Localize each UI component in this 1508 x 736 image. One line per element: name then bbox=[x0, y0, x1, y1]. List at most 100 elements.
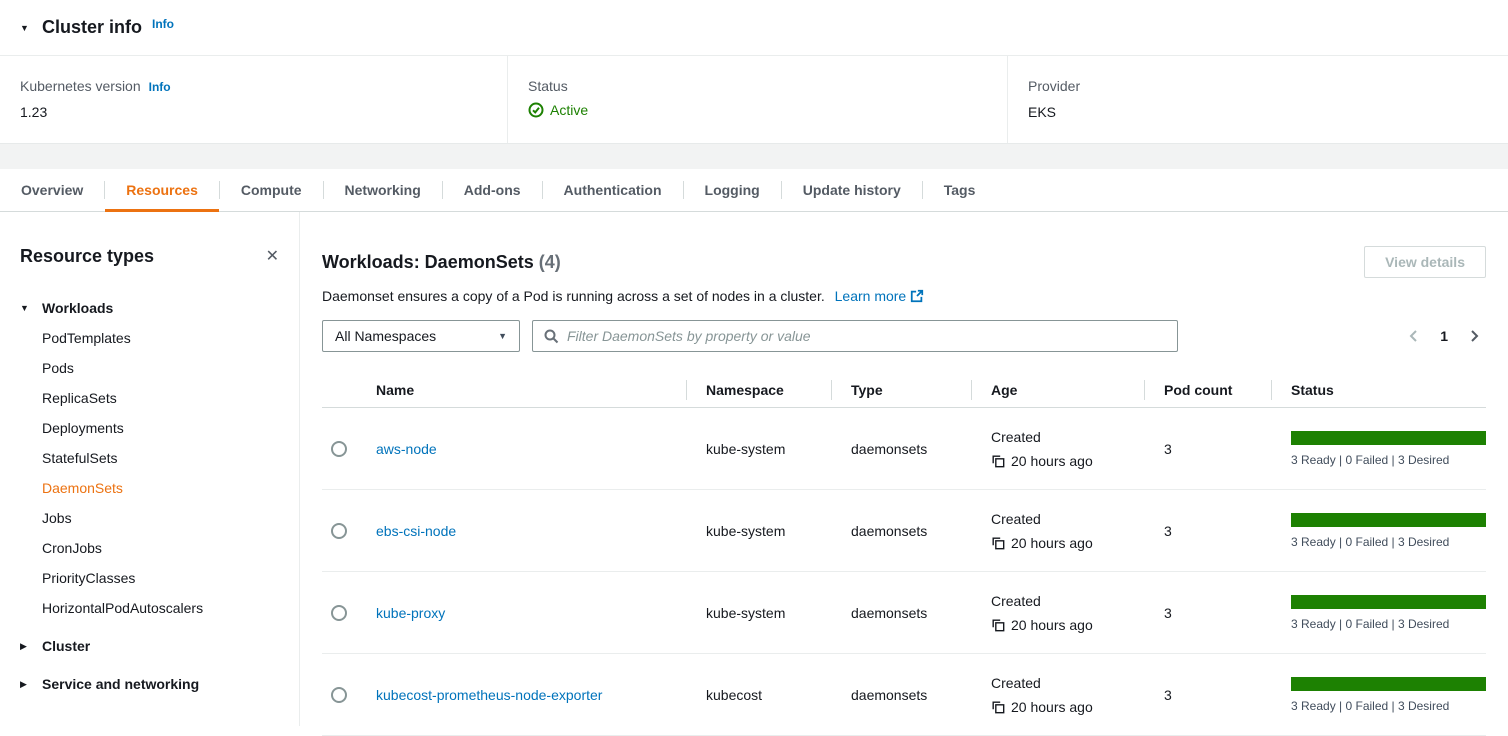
search-icon bbox=[543, 328, 559, 344]
age-label: Created bbox=[991, 511, 1144, 527]
status-active-icon bbox=[528, 102, 544, 118]
pod-count-cell: 3 bbox=[1144, 441, 1271, 457]
sidebar-group-label: Cluster bbox=[42, 638, 90, 654]
table-row[interactable]: kubecost-prometheus-node-exporter kubeco… bbox=[322, 654, 1486, 736]
tab-networking[interactable]: Networking bbox=[324, 169, 442, 211]
age-value: 20 hours ago bbox=[1011, 535, 1093, 551]
copy-icon[interactable] bbox=[991, 700, 1005, 714]
status-summary: 3 Ready | 0 Failed | 3 Desired bbox=[1291, 699, 1486, 713]
panel-title-text: Workloads: DaemonSets bbox=[322, 252, 534, 272]
age-label: Created bbox=[991, 675, 1144, 691]
namespace-select[interactable]: All Namespaces ▼ bbox=[322, 320, 520, 352]
learn-more-label: Learn more bbox=[835, 288, 907, 304]
age-cell: Created 20 hours ago bbox=[971, 511, 1144, 551]
type-cell: daemonsets bbox=[831, 605, 971, 621]
tab-authentication[interactable]: Authentication bbox=[543, 169, 683, 211]
age-cell: Created 20 hours ago bbox=[971, 429, 1144, 469]
provider-field: Provider EKS bbox=[1007, 56, 1508, 143]
pagination: 1 bbox=[1406, 328, 1486, 344]
tab-overview[interactable]: Overview bbox=[0, 169, 104, 211]
row-radio-button[interactable] bbox=[331, 687, 347, 703]
age-value: 20 hours ago bbox=[1011, 699, 1093, 715]
sidebar-item-priorityclasses[interactable]: PriorityClasses bbox=[20, 563, 279, 593]
sidebar-group-label: Workloads bbox=[42, 300, 113, 316]
eks-cluster-page: ▼ Cluster info Info Kubernetes version I… bbox=[0, 0, 1508, 726]
tab-add-ons[interactable]: Add-ons bbox=[443, 169, 542, 211]
daemonset-name-link[interactable]: kube-proxy bbox=[376, 605, 445, 621]
column-header-status: Status bbox=[1271, 382, 1486, 398]
sidebar-item-pods[interactable]: Pods bbox=[20, 353, 279, 383]
sidebar-item-cronjobs[interactable]: CronJobs bbox=[20, 533, 279, 563]
external-link-icon bbox=[910, 289, 924, 303]
tab-logging[interactable]: Logging bbox=[684, 169, 781, 211]
status-summary: 3 Ready | 0 Failed | 3 Desired bbox=[1291, 535, 1486, 549]
tab-compute[interactable]: Compute bbox=[220, 169, 323, 211]
panel-description-row: Daemonset ensures a copy of a Pod is run… bbox=[322, 288, 1486, 304]
search-box[interactable] bbox=[532, 320, 1178, 352]
kubernetes-version-field: Kubernetes version Info 1.23 bbox=[0, 56, 507, 143]
view-details-button[interactable]: View details bbox=[1364, 246, 1486, 278]
collapse-caret-down-icon[interactable]: ▼ bbox=[20, 23, 32, 33]
row-radio-button[interactable] bbox=[331, 441, 347, 457]
next-page-button[interactable] bbox=[1466, 328, 1482, 344]
namespace-cell: kube-system bbox=[686, 523, 831, 539]
daemonset-name-link[interactable]: ebs-csi-node bbox=[376, 523, 456, 539]
age-label: Created bbox=[991, 429, 1144, 445]
kubernetes-version-value: 1.23 bbox=[20, 104, 487, 120]
learn-more-link[interactable]: Learn more bbox=[835, 288, 925, 304]
kubernetes-version-info-link[interactable]: Info bbox=[149, 80, 171, 94]
pod-count-cell: 3 bbox=[1144, 523, 1271, 539]
column-header-age: Age bbox=[971, 382, 1144, 398]
row-radio-button[interactable] bbox=[331, 523, 347, 539]
sidebar-title: Resource types bbox=[20, 246, 154, 267]
status-cell: 3 Ready | 0 Failed | 3 Desired bbox=[1271, 431, 1486, 467]
age-value: 20 hours ago bbox=[1011, 617, 1093, 633]
tab-update-history[interactable]: Update history bbox=[782, 169, 922, 211]
workloads-items: PodTemplates Pods ReplicaSets Deployment… bbox=[20, 323, 279, 623]
sidebar-group-service-and-networking[interactable]: ▶ Service and networking bbox=[20, 669, 279, 699]
namespace-cell: kube-system bbox=[686, 605, 831, 621]
daemonset-name-link[interactable]: kubecost-prometheus-node-exporter bbox=[376, 687, 602, 703]
daemonsets-panel: Workloads: DaemonSets (4) View details D… bbox=[300, 212, 1508, 726]
sidebar-item-podtemplates[interactable]: PodTemplates bbox=[20, 323, 279, 353]
sidebar-item-deployments[interactable]: Deployments bbox=[20, 413, 279, 443]
daemonset-name-link[interactable]: aws-node bbox=[376, 441, 437, 457]
sidebar-item-daemonsets[interactable]: DaemonSets bbox=[20, 473, 279, 503]
cluster-info-info-link[interactable]: Info bbox=[152, 17, 174, 31]
status-value: Active bbox=[528, 102, 987, 118]
provider-value: EKS bbox=[1028, 104, 1488, 120]
copy-icon[interactable] bbox=[991, 618, 1005, 632]
tab-resources[interactable]: Resources bbox=[105, 169, 219, 211]
sidebar-group-cluster[interactable]: ▶ Cluster bbox=[20, 631, 279, 661]
row-radio-button[interactable] bbox=[331, 605, 347, 621]
chevron-down-icon: ▼ bbox=[498, 331, 507, 341]
age-label: Created bbox=[991, 593, 1144, 609]
table-row[interactable]: aws-node kube-system daemonsets Created … bbox=[322, 408, 1486, 490]
page-title: Cluster info bbox=[42, 17, 142, 38]
table-header-row: Name Namespace Type Age Pod count Status bbox=[322, 372, 1486, 408]
kubernetes-version-label: Kubernetes version bbox=[20, 78, 141, 94]
resources-content: Resource types ✕ ▼ Workloads PodTemplate… bbox=[0, 212, 1508, 726]
cluster-info-header: ▼ Cluster info Info bbox=[0, 0, 1508, 56]
search-input[interactable] bbox=[567, 328, 1167, 344]
previous-page-button[interactable] bbox=[1406, 328, 1422, 344]
current-page[interactable]: 1 bbox=[1440, 328, 1448, 344]
table-row[interactable]: kube-proxy kube-system daemonsets Create… bbox=[322, 572, 1486, 654]
table-row[interactable]: ebs-csi-node kube-system daemonsets Crea… bbox=[322, 490, 1486, 572]
close-icon[interactable]: ✕ bbox=[266, 249, 279, 265]
sidebar-item-statefulsets[interactable]: StatefulSets bbox=[20, 443, 279, 473]
sidebar-item-replicasets[interactable]: ReplicaSets bbox=[20, 383, 279, 413]
namespace-cell: kubecost bbox=[686, 687, 831, 703]
sidebar-group-workloads[interactable]: ▼ Workloads bbox=[20, 293, 279, 323]
status-text: Active bbox=[550, 102, 588, 118]
tab-tags[interactable]: Tags bbox=[923, 169, 997, 211]
status-summary: 3 Ready | 0 Failed | 3 Desired bbox=[1291, 617, 1486, 631]
provider-label: Provider bbox=[1028, 78, 1080, 94]
copy-icon[interactable] bbox=[991, 454, 1005, 468]
copy-icon[interactable] bbox=[991, 536, 1005, 550]
sidebar-item-horizontalpodautoscalers[interactable]: HorizontalPodAutoscalers bbox=[20, 593, 279, 623]
sidebar-item-jobs[interactable]: Jobs bbox=[20, 503, 279, 533]
daemonsets-table: Name Namespace Type Age Pod count Status… bbox=[322, 372, 1486, 736]
caret-right-icon: ▶ bbox=[20, 679, 32, 690]
status-cell: 3 Ready | 0 Failed | 3 Desired bbox=[1271, 677, 1486, 713]
